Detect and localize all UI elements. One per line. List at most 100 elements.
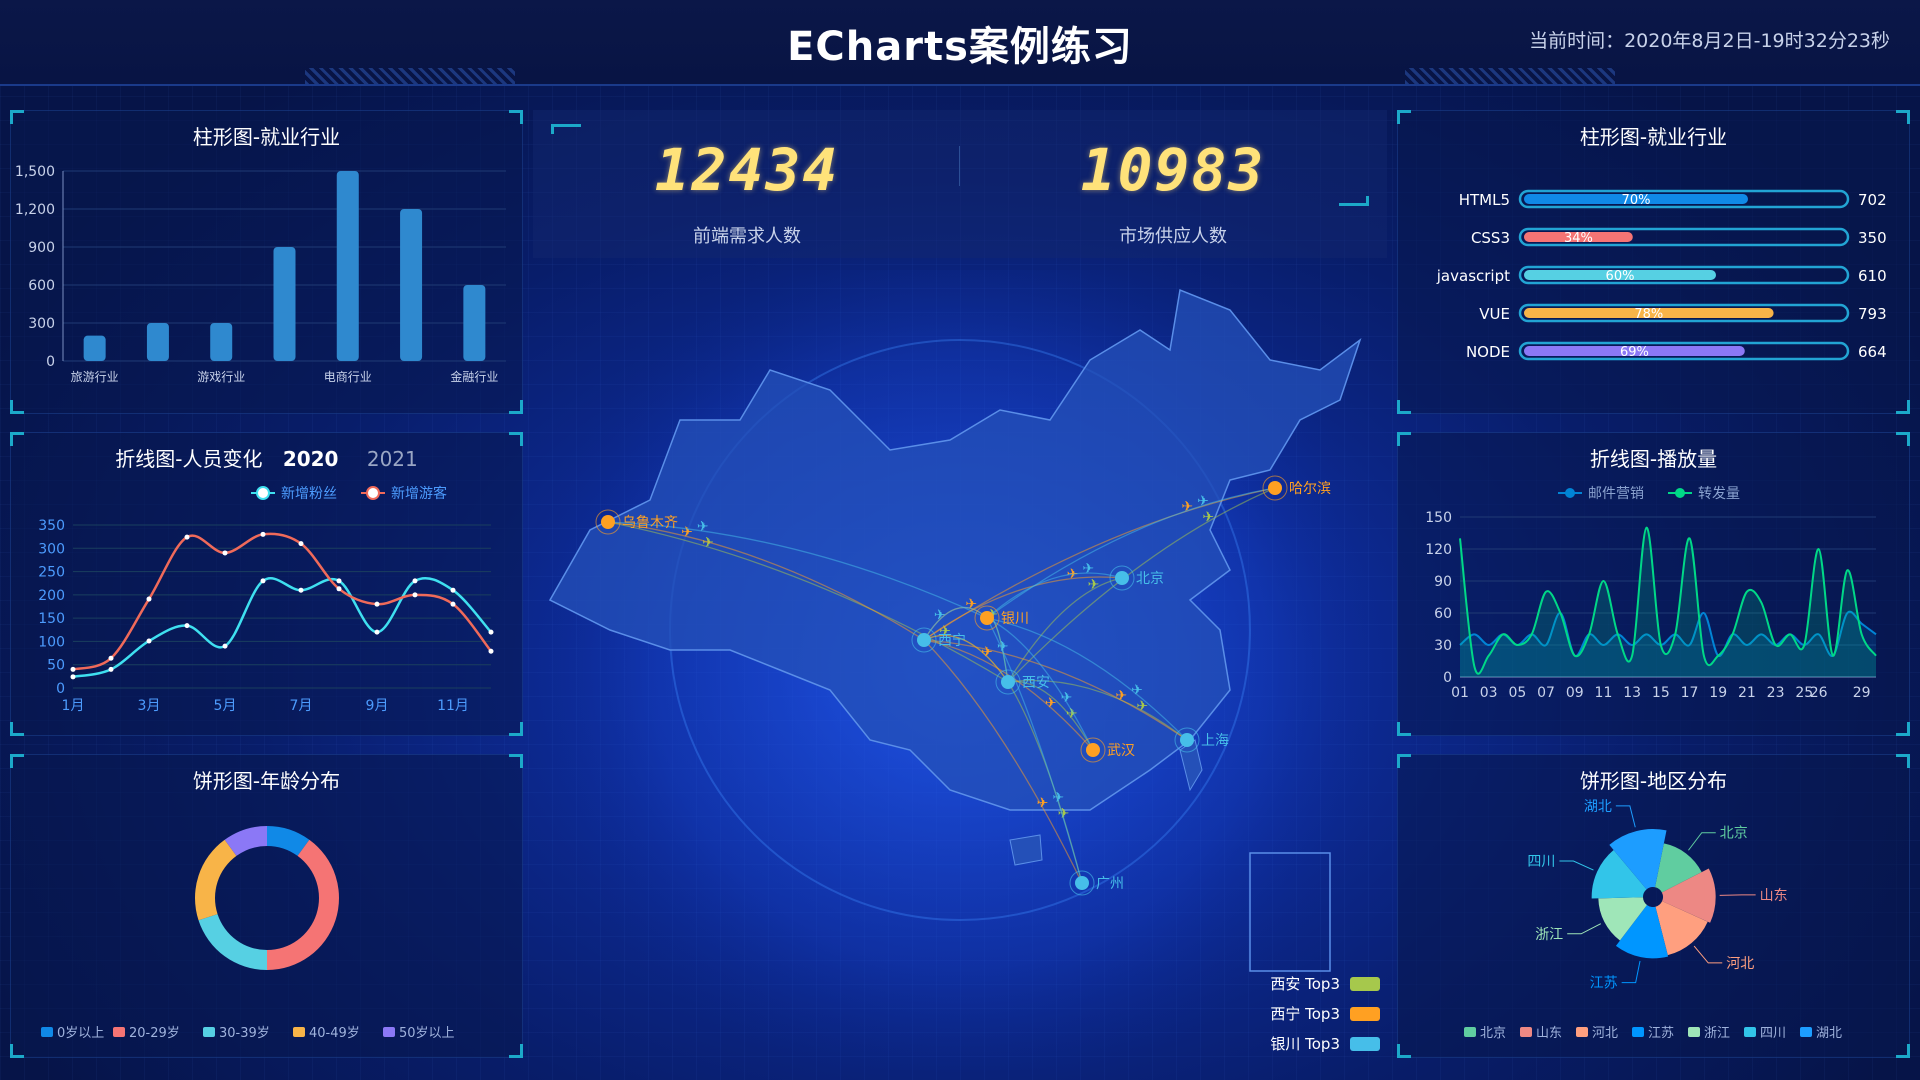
x-tick-label: 17 [1681,685,1699,701]
label-leader [1693,945,1723,964]
header-decoration-right [1405,68,1615,84]
panel-progress-skills: 柱形图-就业行业 HTML5 70% 702 CSS3 34% 350 javascript… [1397,110,1910,414]
x-tick-label: 21 [1738,685,1756,701]
data-point [488,629,494,635]
pie-slice [198,914,267,970]
y-tick-label: 300 [28,316,55,332]
skill-label: NODE [1466,343,1510,361]
legend-label: 江苏 [1648,1025,1674,1041]
city-dot [1115,571,1129,585]
slice-label: 河北 [1726,956,1754,972]
x-tick-label: 7月 [290,698,313,714]
map-legend: 西安 Top3 西宁 Top3 银川 Top3 [1270,975,1380,1053]
x-tick-label: 19 [1709,685,1727,701]
city-label: 上海 [1201,733,1229,749]
bar [83,335,106,361]
city-label: 西宁 [938,632,966,649]
legend-swatch [1520,1027,1532,1037]
city-label: 哈尔滨 [1289,481,1331,497]
map-legend-swatch [1350,1037,1380,1051]
kpi-panel: 12434 10983 前端需求人数 市场供应人数 [533,110,1387,258]
city-dot [1086,743,1100,757]
progress-percent: 69% [1620,345,1649,360]
panel-bar-industry: 柱形图-就业行业 0 300 600 900 1,200 1,500 旅游行业 游戏行业 电商行… [10,110,523,414]
panel-pie-region: 饼形图-地区分布 北京 山东 河北 江苏 浙江 四川 湖北 北京 山东 河北 江苏 浙江 四川 湖北 [1397,754,1910,1058]
hainan-outline [1009,834,1043,866]
progress-percent: 78% [1634,307,1663,322]
x-tick-label: 15 [1652,685,1670,701]
legend-swatch [41,1027,53,1037]
series-area [1460,527,1876,677]
map-legend-swatch [1350,977,1380,991]
legend-swatch [1632,1027,1644,1037]
bar [273,247,296,361]
data-point [450,601,456,607]
plane-icon: ✈ [1061,690,1073,706]
legend-marker [256,486,270,500]
legend-label: 新增粉丝 [281,486,337,502]
legend-label: 四川 [1760,1026,1786,1041]
plane-icon: ✈ [934,608,946,624]
series-line [72,532,492,671]
data-point [260,578,266,584]
pie-slice [195,839,237,921]
plane-icon: ✈ [1197,494,1209,510]
x-tick-label: 9月 [366,698,389,714]
bar-chart-industry: 0 300 600 900 1,200 1,500 旅游行业 游戏行业 电商行业 金融行业 [15,164,506,384]
line-chart-people: 新增粉丝 新增游客 0 50 100 150 200 250 300 350 1月 3月 5月 7月 9月 1… [38,485,494,714]
map-legend-label: 西宁 Top3 [1270,1005,1340,1023]
map-legend-label: 银川 Top3 [1270,1035,1340,1053]
city-label: 北京 [1136,571,1164,587]
data-point [374,601,380,607]
y-tick-label: 600 [28,278,55,294]
skill-label: VUE [1479,305,1510,323]
page-header: ECharts案例练习 当前时间：2020年8月2日-19时32分23秒 [0,0,1920,86]
china-flight-map[interactable]: ✈✈✈✈✈✈✈✈✈✈✈✈✈✈✈✈✈✈✈✈✈✈✈✈ 乌鲁木齐哈尔滨北京银川西宁西安… [530,270,1390,1070]
kpi-demand-value: 12434 [654,136,840,204]
data-point [222,550,228,556]
x-tick-label: 电商行业 [324,369,372,384]
kpi-supply-label: 市场供应人数 [1119,226,1227,247]
series-line [72,576,492,679]
skill-total: 350 [1858,229,1887,247]
panel-pie-age: 饼形图-年龄分布 0岁以上 20-29岁 30-39岁 40-49岁 50岁以上 [10,754,523,1058]
skill-label: CSS3 [1471,229,1510,247]
y-tick-label: 120 [1425,542,1452,558]
legend-swatch [113,1027,125,1037]
city-dot [601,515,615,529]
legend-label: 北京 [1480,1026,1506,1041]
y-tick-label: 30 [1434,638,1452,654]
bar [146,323,169,361]
legend-label: 50岁以上 [399,1026,455,1041]
y-tick-label: 900 [28,240,55,256]
data-point [488,648,494,654]
data-point [298,541,304,547]
bar [400,209,423,361]
x-tick-label: 旅游行业 [71,370,119,384]
current-time: 当前时间：2020年8月2日-19时32分23秒 [1529,30,1890,52]
x-tick-label: 金融行业 [450,369,498,384]
plane-icon: ✈ [1045,696,1057,712]
y-tick-label: 50 [47,658,65,674]
data-point [222,643,228,649]
label-leader [1615,805,1636,828]
legend-label: 40-49岁 [309,1026,360,1041]
legend-swatch [1688,1027,1700,1037]
bar [463,285,486,361]
data-point [374,629,380,635]
x-tick-label: 03 [1480,685,1498,701]
x-tick-label: 5月 [214,698,237,714]
donut-chart-age: 0岁以上 20-29岁 30-39岁 40-49岁 50岁以上 [41,826,455,1041]
y-tick-label: 250 [38,565,65,581]
y-tick-label: 350 [38,518,65,534]
data-point [70,666,76,672]
legend-swatch [293,1027,305,1037]
city-dot [1075,876,1089,890]
plane-icon: ✈ [1052,790,1064,806]
data-point [260,531,266,537]
y-tick-label: 300 [38,541,65,557]
slice-label: 浙江 [1535,927,1563,943]
plane-icon: ✈ [1066,706,1078,722]
kpi-demand-label: 前端需求人数 [693,226,801,247]
legend-swatch [383,1027,395,1037]
